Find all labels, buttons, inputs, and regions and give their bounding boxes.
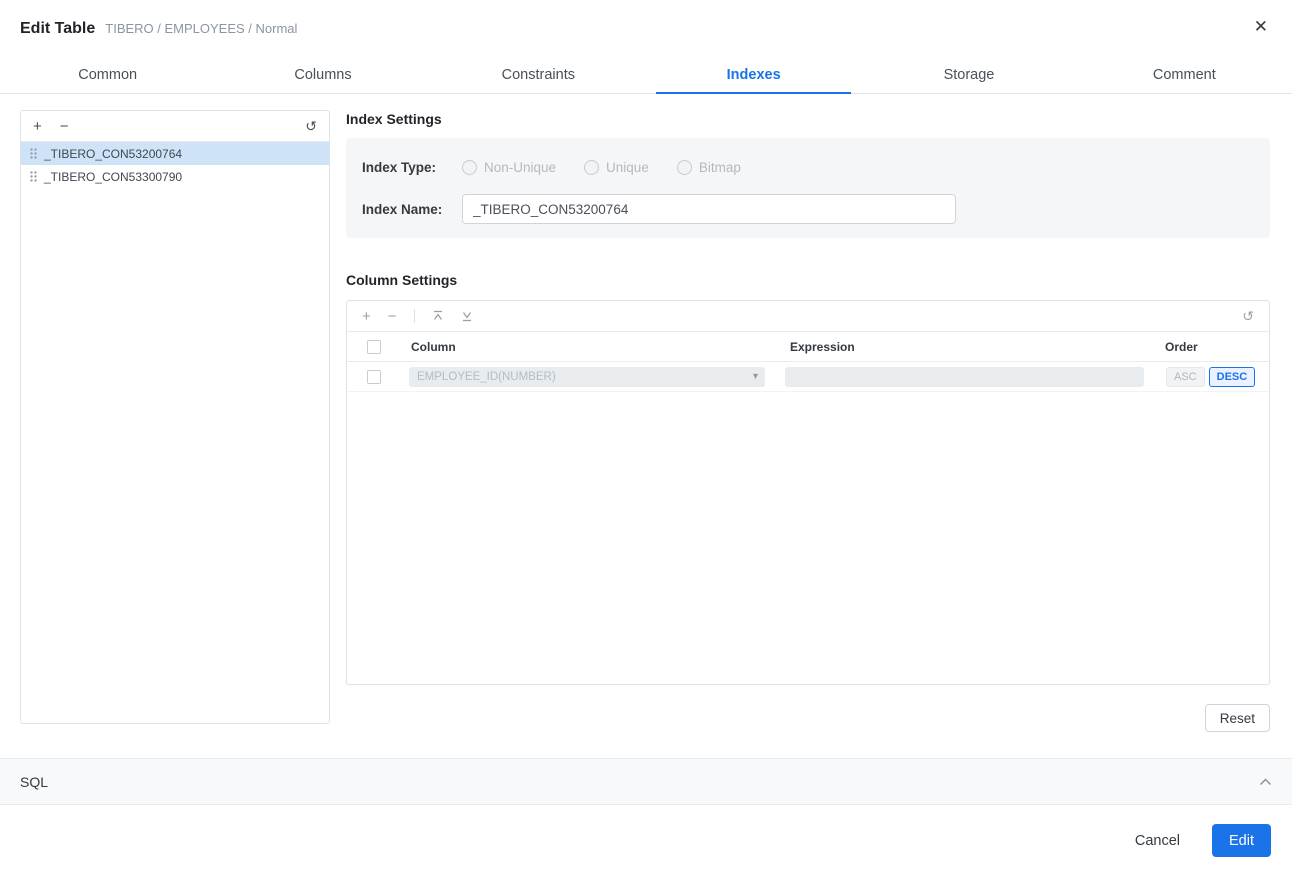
expression-input[interactable]	[785, 367, 1144, 387]
radio-non-unique[interactable]: Non-Unique	[462, 159, 556, 175]
index-list-item[interactable]: _TIBERO_CON53300790	[21, 165, 329, 188]
column-settings-title: Column Settings	[346, 272, 458, 288]
column-settings-panel: + − ↺ Column Expression Order EMPLOYEE_I…	[346, 300, 1270, 685]
add-index-icon[interactable]: +	[33, 119, 42, 134]
row-checkbox[interactable]	[367, 370, 381, 384]
remove-index-icon[interactable]: −	[60, 119, 69, 134]
index-list-item[interactable]: _TIBERO_CON53200764	[21, 142, 329, 165]
column-select-value: EMPLOYEE_ID(NUMBER)	[417, 371, 556, 383]
edit-button[interactable]: Edit	[1212, 824, 1271, 857]
header-column: Column	[411, 340, 456, 354]
index-name-input[interactable]	[462, 194, 956, 224]
tab-comment[interactable]: Comment	[1077, 59, 1292, 93]
remove-column-icon[interactable]: −	[388, 309, 397, 324]
select-all-checkbox[interactable]	[367, 340, 381, 354]
column-select[interactable]: EMPLOYEE_ID(NUMBER) ▾	[409, 367, 765, 387]
reset-button[interactable]: Reset	[1204, 704, 1270, 732]
chevron-up-icon[interactable]	[1259, 778, 1272, 786]
index-item-label: _TIBERO_CON53300790	[44, 169, 183, 184]
refresh-columns-icon[interactable]: ↺	[1242, 308, 1254, 325]
order-asc-button[interactable]: ASC	[1166, 367, 1205, 387]
columns-table-header: Column Expression Order	[347, 332, 1269, 362]
move-top-icon[interactable]	[432, 310, 444, 322]
radio-icon	[462, 159, 477, 175]
cancel-button[interactable]: Cancel	[1135, 833, 1180, 849]
refresh-index-list-icon[interactable]: ↺	[305, 118, 317, 135]
sql-section-header[interactable]: SQL	[0, 758, 1292, 805]
table-row: EMPLOYEE_ID(NUMBER) ▾ ASC DESC	[347, 362, 1269, 392]
header-order: Order	[1165, 340, 1198, 354]
radio-icon	[584, 159, 600, 175]
radio-unique[interactable]: Unique	[584, 159, 649, 175]
drag-handle-icon[interactable]	[30, 171, 37, 182]
index-list-toolbar: + − ↺	[21, 111, 329, 142]
index-type-radio-group: Non-Unique Unique Bitmap	[462, 159, 741, 175]
move-bottom-icon[interactable]	[461, 310, 473, 322]
chevron-down-icon: ▾	[752, 371, 758, 382]
index-settings-title: Index Settings	[346, 111, 442, 127]
dialog-title: Edit Table	[20, 20, 96, 37]
sql-label: SQL	[20, 773, 49, 790]
index-item-label: _TIBERO_CON53200764	[44, 146, 183, 161]
index-detail-area: Index Settings Index Type: Non-Unique Un…	[346, 110, 1270, 732]
tab-bar: Common Columns Constraints Indexes Stora…	[0, 59, 1292, 94]
drag-handle-icon[interactable]	[30, 148, 37, 159]
index-list-panel: + − ↺ _TIBERO_CON53200764 _TIBERO_CON533…	[20, 110, 330, 724]
edit-table-dialog: Edit Table TIBERO / EMPLOYEES / Normal ✕…	[0, 0, 1292, 876]
tab-constraints[interactable]: Constraints	[431, 59, 646, 93]
index-type-row: Index Type: Non-Unique Unique Bitmap	[362, 152, 1254, 182]
order-toggle: ASC DESC	[1166, 367, 1256, 387]
tab-columns[interactable]: Columns	[215, 59, 430, 93]
dialog-footer: Cancel Edit	[1135, 824, 1271, 857]
add-column-icon[interactable]: +	[362, 309, 371, 324]
column-settings-toolbar: + − ↺	[347, 301, 1269, 332]
index-name-label: Index Name:	[362, 201, 443, 217]
dialog-header: Edit Table TIBERO / EMPLOYEES / Normal ✕	[20, 18, 1272, 44]
close-icon[interactable]: ✕	[1254, 18, 1268, 35]
tab-indexes[interactable]: Indexes	[646, 59, 861, 94]
toolbar-divider	[413, 309, 415, 323]
radio-bitmap[interactable]: Bitmap	[676, 159, 741, 175]
header-expression: Expression	[790, 340, 855, 354]
index-type-label: Index Type:	[362, 159, 437, 175]
radio-icon	[676, 159, 692, 175]
order-desc-button[interactable]: DESC	[1208, 367, 1256, 387]
reset-row: Reset	[346, 704, 1270, 732]
tab-common[interactable]: Common	[0, 59, 215, 93]
tab-storage[interactable]: Storage	[861, 59, 1076, 93]
index-name-row: Index Name:	[362, 194, 1254, 224]
index-settings-panel: Index Type: Non-Unique Unique Bitmap Ind…	[346, 138, 1270, 238]
breadcrumb: TIBERO / EMPLOYEES / Normal	[105, 21, 298, 36]
